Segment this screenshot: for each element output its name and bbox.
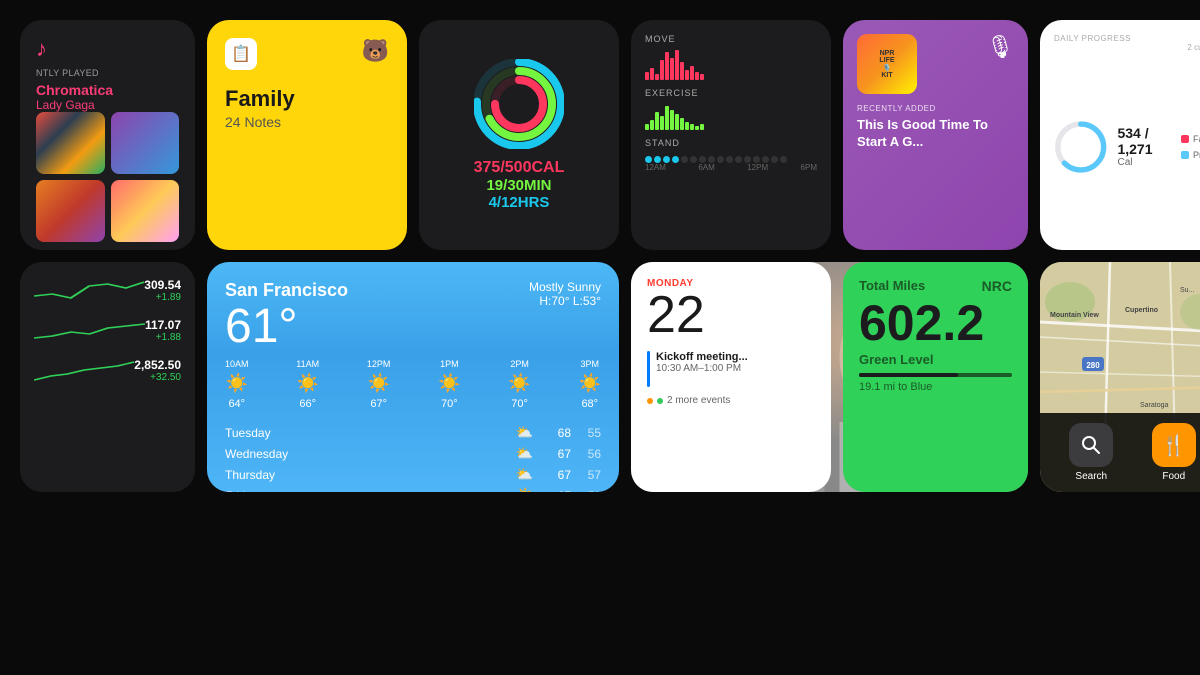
album-art-1[interactable] <box>36 112 105 174</box>
notes-icon: 📋 <box>225 38 257 70</box>
running-widget[interactable]: Total Miles NRC 602.2 Green Level 19.1 m… <box>843 262 1028 492</box>
map-food-icon[interactable]: 🍴 <box>1152 423 1196 467</box>
activity-chart-widget[interactable]: MOVE EXERCISE <box>631 20 831 250</box>
podcast-badge: RECENTLY ADDED <box>857 104 1014 113</box>
stock-2-change: +32.50 <box>134 372 181 383</box>
notes-count: 24 Notes <box>225 114 389 130</box>
stock-row-0: 309.54 +1.89 <box>34 276 181 304</box>
event-dot-2 <box>657 398 663 404</box>
album-art-4[interactable] <box>111 180 180 242</box>
health-cups: 2 cups <box>1187 43 1200 52</box>
weather-day-3: Friday ☀️ 67 56 <box>225 487 601 492</box>
weather-conditions: Mostly Sunny H:70° L:53° <box>529 280 601 308</box>
health-cal-unit: Cal <box>1117 157 1171 168</box>
weather-hourly: 10AM ☀️ 64° 11AM ☀️ 66° 12PM ☀️ 67° 1PM … <box>225 359 601 410</box>
weather-hour-2: 12PM ☀️ 67° <box>367 359 391 410</box>
event-dot-1 <box>647 398 653 404</box>
move-chart <box>645 48 817 80</box>
svg-text:280: 280 <box>1086 361 1100 370</box>
health-ring <box>1054 112 1107 182</box>
stock-0-price: 309.54 <box>144 278 181 292</box>
notes-widget[interactable]: 📋 🐻 Family 24 Notes <box>207 20 407 250</box>
event-line <box>647 351 650 387</box>
svg-text:Saratoga: Saratoga <box>1140 402 1169 409</box>
activity-stats: 375/500CAL 19/30MIN 4/12HRS <box>433 159 605 211</box>
event-time: 10:30 AM–1:00 PM <box>656 363 748 374</box>
album-art-3[interactable] <box>36 180 105 242</box>
calendar-widget[interactable]: MONDAY 22 Kickoff meeting... 10:30 AM–1:… <box>631 262 831 492</box>
stand-stat: 4/12HRS <box>433 194 605 211</box>
svg-text:Su...: Su... <box>1180 287 1194 294</box>
calendar-more-events: 2 more events <box>647 395 815 406</box>
weather-day-0: Tuesday ⛅ 68 55 <box>225 424 601 441</box>
map-widget[interactable]: 280 Mountain View Cupertino Su... Sarato… <box>1040 262 1200 492</box>
stocks-widget[interactable]: 309.54 +1.89 117.07 +1.88 2,852.50 +32.5… <box>20 262 195 492</box>
exercise-chart-label: EXERCISE <box>645 88 817 98</box>
weather-hour-5: 3PM ☀️ 68° <box>579 359 601 410</box>
podcast-widget[interactable]: NPRLIFE🎙️KIT 🎙 RECENTLY ADDED This Is Go… <box>843 20 1028 250</box>
health-widget[interactable]: DAILY PROGRESS 2 cups 534 / 1,271 Cal Fa… <box>1040 20 1200 250</box>
stand-dots <box>645 156 817 163</box>
event-name: Kickoff meeting... <box>656 351 748 363</box>
health-label: DAILY PROGRESS <box>1054 34 1200 43</box>
music-recently-label: NTLY PLAYED <box>36 68 179 78</box>
music-albums <box>36 112 179 242</box>
calendar-event-0: Kickoff meeting... 10:30 AM–1:00 PM <box>647 351 815 387</box>
map-search-wrap[interactable]: Search <box>1069 423 1113 482</box>
music-title: Chromatica <box>36 82 179 98</box>
map-image: 280 Mountain View Cupertino Su... Sarato… <box>1040 262 1200 492</box>
notes-title: Family <box>225 86 389 112</box>
running-miles: 602.2 <box>859 298 1012 348</box>
map-actions: Search 🍴 Food <box>1040 413 1200 492</box>
activity-widget[interactable]: 375/500CAL 19/30MIN 4/12HRS <box>419 20 619 250</box>
podcast-album: NPRLIFE🎙️KIT <box>857 34 917 94</box>
map-search-label: Search <box>1075 471 1107 482</box>
activity-rings <box>474 59 564 149</box>
svg-text:Mountain View: Mountain View <box>1050 312 1099 319</box>
running-progress-fill <box>859 373 958 377</box>
weather-day-1: Wednesday ⛅ 67 56 <box>225 445 601 462</box>
chart-times: 12AM 6AM 12PM 6PM <box>645 163 817 172</box>
stock-1-price: 117.07 <box>145 318 181 332</box>
more-events-text: 2 more events <box>667 395 730 406</box>
music-icon: ♪ <box>36 36 179 62</box>
map-food-label: Food <box>1162 471 1185 482</box>
running-progress-bar <box>859 373 1012 377</box>
album-art-2[interactable] <box>111 112 180 174</box>
map-search-icon[interactable] <box>1069 423 1113 467</box>
running-distance-to-next: 19.1 mi to Blue <box>859 381 1012 393</box>
music-widget[interactable]: ♪ NTLY PLAYED Chromatica Lady Gaga <box>20 20 195 250</box>
weather-hour-3: 1PM ☀️ 70° <box>438 359 460 410</box>
dashboard: ♪ NTLY PLAYED Chromatica Lady Gaga 📋 🐻 F… <box>10 10 1190 665</box>
stock-0-change: +1.89 <box>144 292 181 303</box>
stock-2-price: 2,852.50 <box>134 358 181 372</box>
exercise-chart <box>645 102 817 130</box>
running-title: Total Miles <box>859 278 925 293</box>
weather-city: San Francisco <box>225 280 348 301</box>
weather-hour-1: 11AM ☀️ 66° <box>296 359 319 410</box>
move-stat: 375/500CAL <box>433 159 605 177</box>
calendar-date: 22 <box>647 289 815 341</box>
weather-hour-4: 2PM ☀️ 70° <box>508 359 530 410</box>
weather-temp: 61° <box>225 303 348 351</box>
podcast-app-icon: 🎙 <box>986 34 1014 60</box>
running-logo: NRC <box>982 278 1012 294</box>
exercise-stat: 19/30MIN <box>433 177 605 194</box>
svg-text:Cupertino: Cupertino <box>1125 307 1158 314</box>
health-calories: 534 / 1,271 <box>1117 125 1171 157</box>
map-food-wrap[interactable]: 🍴 Food <box>1152 423 1196 482</box>
podcast-title: This Is Good Time To Start A G... <box>857 117 1014 151</box>
move-chart-label: MOVE <box>645 34 817 44</box>
stock-1-change: +1.88 <box>145 332 181 343</box>
notes-person-icon: 🐻 <box>362 38 389 64</box>
weather-hour-0: 10AM ☀️ 64° <box>225 359 249 410</box>
stock-row-2: 2,852.50 +32.50 <box>34 356 181 384</box>
weather-day-2: Thursday ⛅ 67 57 <box>225 466 601 483</box>
music-artist: Lady Gaga <box>36 98 179 112</box>
stand-chart-label: STAND <box>645 138 817 148</box>
running-level: Green Level <box>859 352 1012 367</box>
weather-daily: Tuesday ⛅ 68 55 Wednesday ⛅ 67 56 Thursd… <box>225 424 601 492</box>
weather-widget[interactable]: San Francisco 61° Mostly Sunny H:70° L:5… <box>207 262 619 492</box>
stock-row-1: 117.07 +1.88 <box>34 316 181 344</box>
